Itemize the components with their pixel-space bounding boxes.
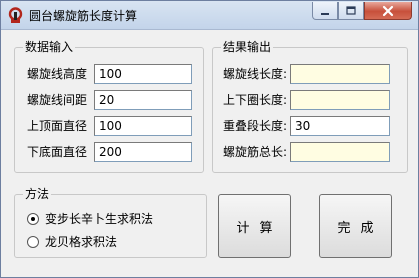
close-button[interactable] [364,2,412,20]
spiral-length-output[interactable] [290,64,390,84]
pitch-label: 螺旋线间距 [27,93,88,107]
ring-length-output[interactable] [290,90,390,110]
total-length-label: 螺旋筋总长: [223,145,288,159]
done-button[interactable]: 完成 [319,194,392,258]
window-title: 圆台螺旋筋长度计算 [29,9,138,23]
calculate-button[interactable]: 计算 [218,194,291,258]
input-group-title: 数据输入 [23,40,76,54]
overlap-length-label: 重叠段长度: [223,119,288,133]
app-logo-icon [7,7,24,24]
top-diameter-input[interactable] [94,116,192,136]
romberg-label: 龙贝格求积法 [45,235,118,249]
minimize-icon [321,12,329,15]
top-diameter-label: 上顶面直径 [27,119,88,133]
bottom-diameter-input[interactable] [94,142,192,162]
close-icon [382,5,394,16]
simpson-label: 变步长辛卜生求积法 [45,212,154,226]
romberg-radio[interactable] [27,235,39,248]
method-option-simpson[interactable]: 变步长辛卜生求积法 [27,210,153,227]
simpson-radio[interactable] [27,212,39,225]
method-option-romberg[interactable]: 龙贝格求积法 [27,233,117,250]
maximize-icon [346,5,356,15]
output-group-title: 结果输出 [221,40,274,54]
overlap-length-input[interactable] [290,116,390,136]
maximize-button[interactable] [338,2,364,20]
height-input[interactable] [94,64,192,84]
total-length-output[interactable] [290,142,390,162]
ring-length-label: 上下圈长度: [223,93,288,107]
app-window: 圆台螺旋筋长度计算 数据输入 螺旋线高度 螺旋线间距 上顶面直径 下底面直径 结… [0,0,419,278]
bottom-diameter-label: 下底面直径 [27,145,88,159]
minimize-button[interactable] [312,2,338,20]
method-group-title: 方法 [23,187,52,201]
height-label: 螺旋线高度 [27,67,88,81]
pitch-input[interactable] [94,90,192,110]
title-bar[interactable]: 圆台螺旋筋长度计算 [1,1,418,30]
spiral-length-label: 螺旋线长度: [223,67,288,81]
